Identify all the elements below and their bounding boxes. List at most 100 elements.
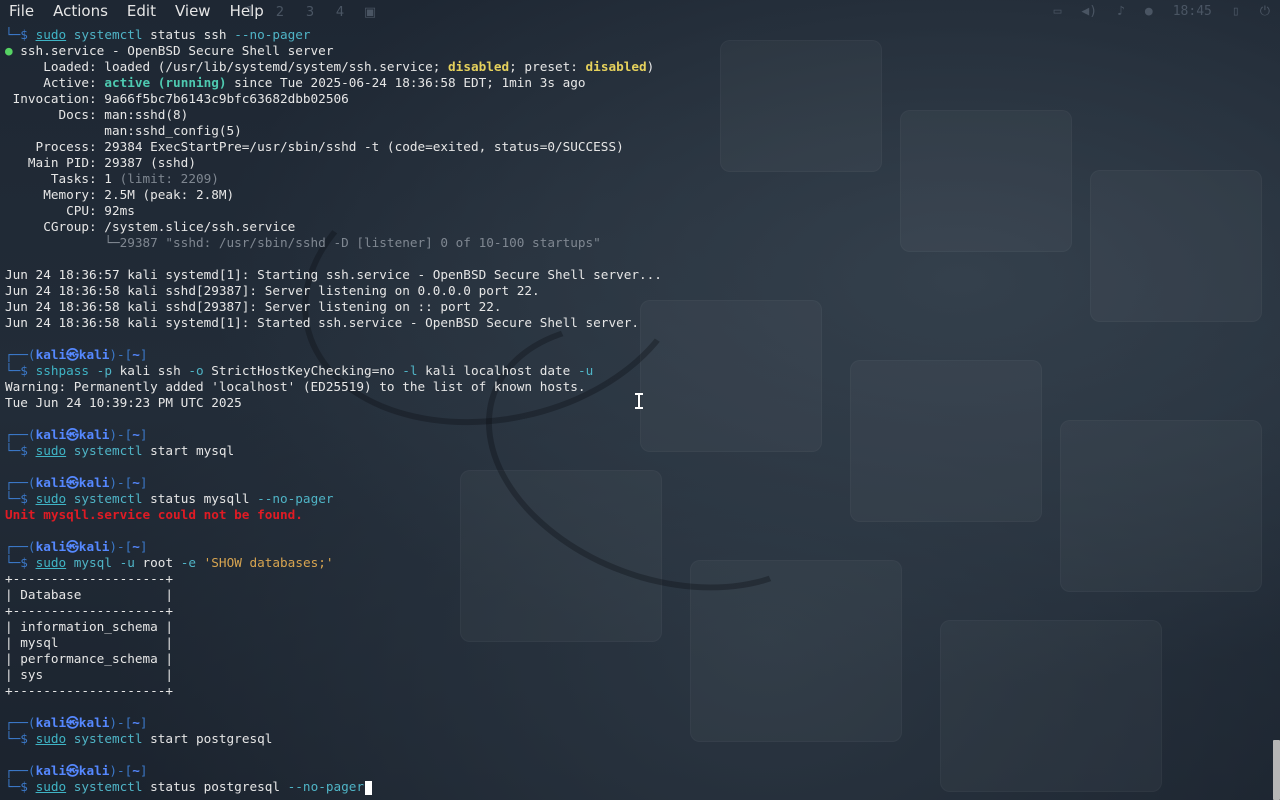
terminal-line: ┌──(kali㉿kali)-[~] <box>5 427 1280 443</box>
terminal-text: └─$ <box>5 443 36 458</box>
terminal-line: +--------------------+ <box>5 683 1280 699</box>
terminal-text: man:sshd_config(5) <box>5 123 242 138</box>
menu-view[interactable]: View <box>166 0 221 22</box>
terminal-text: systemctl <box>66 443 143 458</box>
terminal-text: ● <box>5 43 21 58</box>
terminal-text: ~ <box>132 715 140 730</box>
terminal-line: | Database | <box>5 587 1280 603</box>
terminal-line: Unit mysqll.service could not be found. <box>5 507 1280 523</box>
terminal-line: +--------------------+ <box>5 603 1280 619</box>
terminal-text: Jun 24 18:36:58 kali systemd[1]: Started… <box>5 315 639 330</box>
terminal-text: └─$ <box>5 27 36 42</box>
terminal-text: -l <box>402 363 418 378</box>
menu-actions[interactable]: Actions <box>44 0 118 22</box>
terminal-text: (limit: 2209) <box>119 171 219 186</box>
terminal-text: ┌──( <box>5 539 36 554</box>
terminal-text: └─29387 "sshd: /usr/sbin/sshd -D [listen… <box>5 235 601 250</box>
terminal-output[interactable]: └─$ sudo systemctl status ssh --no-pager… <box>5 27 1280 795</box>
terminal-text: ssh.service - OpenBSD Secure Shell serve… <box>20 43 334 58</box>
terminal-text: since Tue 2025-06-24 18:36:58 EDT; 1min … <box>226 75 586 90</box>
terminal-text: systemctl <box>66 731 143 746</box>
terminal-text: └─$ <box>5 363 36 378</box>
terminal-text: systemctl <box>66 491 143 506</box>
terminal-text: -e <box>180 555 197 570</box>
terminal-line: └─$ sshpass -p kali ssh -o StrictHostKey… <box>5 363 1280 379</box>
terminal-text: disabled <box>448 59 510 74</box>
terminal-line: | information_schema | <box>5 619 1280 635</box>
terminal-text: start mysql <box>142 443 235 458</box>
terminal-text: ~ <box>132 763 140 778</box>
terminal-text: systemctl <box>66 779 143 794</box>
terminal-line: ┌──(kali㉿kali)-[~] <box>5 475 1280 491</box>
terminal-text: sudo <box>35 443 67 458</box>
terminal-text: Invocation: 9a66f5bc7b6143c9bfc63682dbb0… <box>5 91 349 106</box>
terminal-line: man:sshd_config(5) <box>5 123 1280 139</box>
terminal-scrollbar[interactable] <box>1273 740 1280 800</box>
terminal-text: )-[ <box>109 475 133 490</box>
menu-help[interactable]: Help <box>221 0 274 22</box>
terminal-line: Jun 24 18:36:58 kali sshd[29387]: Server… <box>5 283 1280 299</box>
terminal-text: kali㉿kali <box>35 427 110 442</box>
terminal-line: └─$ sudo mysql -u root -e 'SHOW database… <box>5 555 1280 571</box>
terminal-line: Main PID: 29387 (sshd) <box>5 155 1280 171</box>
terminal-text: ┌──( <box>5 763 36 778</box>
terminal-text: ┌──( <box>5 475 36 490</box>
terminal-text: Warning: Permanently added 'localhost' (… <box>5 379 586 394</box>
terminal-line: └─$ sudo systemctl start postgresql <box>5 731 1280 747</box>
terminal-text: ] <box>139 347 148 362</box>
menu-edit[interactable]: Edit <box>118 0 166 22</box>
terminal-text: ~ <box>132 475 140 490</box>
terminal-text: kali㉿kali <box>35 539 110 554</box>
terminal-line: ┌──(kali㉿kali)-[~] <box>5 763 1280 779</box>
terminal-line: | mysql | <box>5 635 1280 651</box>
terminal-line: Memory: 2.5M (peak: 2.8M) <box>5 187 1280 203</box>
terminal-text: -u <box>111 555 135 570</box>
terminal-text: --no-pager <box>234 27 311 42</box>
terminal-text: ] <box>139 539 148 554</box>
terminal-line: Jun 24 18:36:58 kali sshd[29387]: Server… <box>5 299 1280 315</box>
terminal-text: StrictHostKeyChecking=no <box>203 363 403 378</box>
terminal-line: ● ssh.service - OpenBSD Secure Shell ser… <box>5 43 1280 59</box>
terminal-text: sudo <box>35 731 67 746</box>
terminal-text: status postgresql <box>142 779 288 794</box>
terminal-text: )-[ <box>109 715 133 730</box>
terminal-text: --no-pager <box>257 491 334 506</box>
terminal-text: sudo <box>35 491 67 506</box>
terminal-text: Main PID: 29387 (sshd) <box>5 155 196 170</box>
terminal-text: Jun 24 18:36:58 kali sshd[29387]: Server… <box>5 283 540 298</box>
terminal-text: ~ <box>132 539 140 554</box>
terminal-text: ) <box>646 59 655 74</box>
terminal-text: ┌──( <box>5 715 36 730</box>
terminal-text: ] <box>139 475 148 490</box>
terminal-text: | sys | <box>5 667 174 682</box>
terminal-text: Memory: 2.5M (peak: 2.8M) <box>5 187 235 202</box>
terminal-text: -p <box>89 363 112 378</box>
terminal-text: └─$ <box>5 731 36 746</box>
terminal-line: CPU: 92ms <box>5 203 1280 219</box>
terminal-line: Jun 24 18:36:57 kali systemd[1]: Startin… <box>5 267 1280 283</box>
terminal-line: | performance_schema | <box>5 651 1280 667</box>
terminal-text: --no-pager <box>287 779 365 794</box>
terminal-text: +--------------------+ <box>5 603 174 618</box>
terminal-text: Jun 24 18:36:58 kali sshd[29387]: Server… <box>5 299 502 314</box>
terminal-text: Loaded: loaded (/usr/lib/systemd/system/… <box>5 59 449 74</box>
terminal-text: Unit mysqll.service could not be found. <box>5 507 303 522</box>
text-cursor-icon <box>634 392 644 410</box>
menu-file[interactable]: File <box>0 0 44 22</box>
terminal-text: start postgresql <box>142 731 273 746</box>
terminal-line: └─29387 "sshd: /usr/sbin/sshd -D [listen… <box>5 235 1280 251</box>
terminal-text: sudo <box>35 555 67 570</box>
terminal-text: kali localhost date <box>417 363 578 378</box>
terminal-text: Docs: man:sshd(8) <box>5 107 189 122</box>
terminal-text: +--------------------+ <box>5 571 174 586</box>
terminal-text: ~ <box>132 347 140 362</box>
terminal-text: -u <box>577 363 594 378</box>
terminal-text: )-[ <box>109 427 133 442</box>
terminal-block-cursor <box>365 780 373 795</box>
terminal-text: status ssh <box>142 27 235 42</box>
terminal-text: Jun 24 18:36:57 kali systemd[1]: Startin… <box>5 267 662 282</box>
terminal-text: )-[ <box>109 763 133 778</box>
